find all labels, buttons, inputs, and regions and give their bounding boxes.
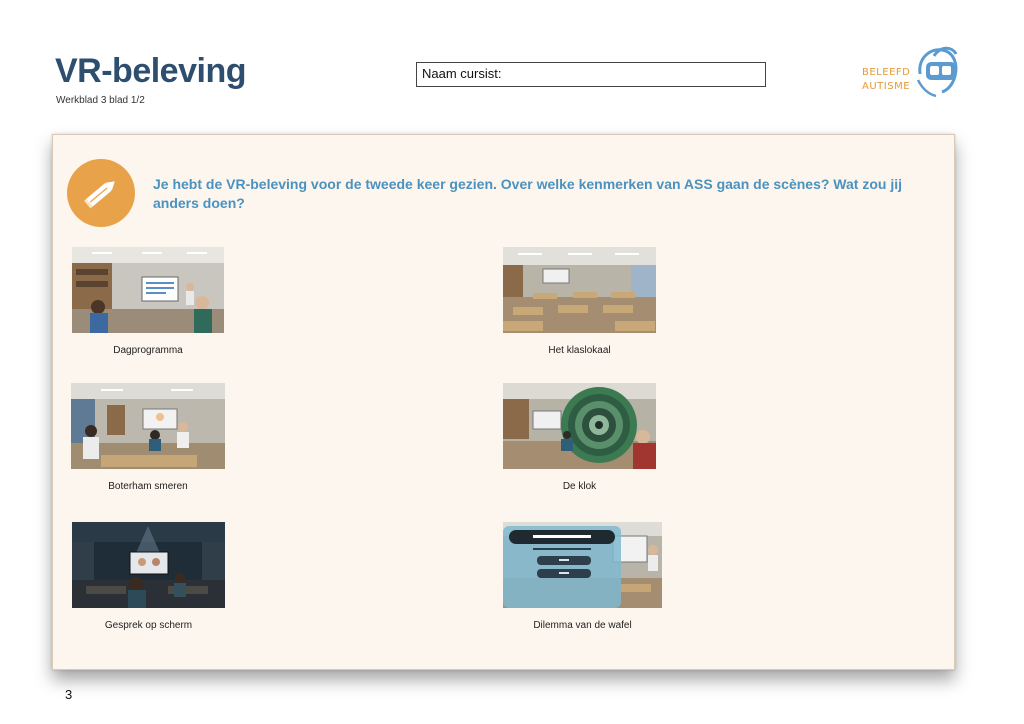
scene-caption: Dagprogramma [113, 345, 183, 356]
scene-caption: De klok [562, 481, 597, 492]
logo-line-2: AUTISME [862, 81, 911, 92]
scene-thumbnail [503, 522, 662, 608]
page-title: VR-beleving [55, 52, 246, 90]
logo-text: BELEEFD AUTISME [862, 66, 910, 94]
vr-headset-head-icon [916, 46, 958, 98]
scene-de-klok: De klok [503, 383, 656, 492]
scene-dagprogramma: Dagprogramma [72, 247, 224, 356]
scene-thumbnail [503, 383, 656, 469]
scene-thumbnail [72, 247, 224, 333]
assignment-question: Je hebt de VR-beleving voor de tweede ke… [153, 176, 902, 211]
page-number: 3 [65, 687, 73, 702]
scene-thumbnail [503, 247, 656, 333]
pencil-badge [67, 159, 135, 227]
scene-thumbnail [72, 522, 225, 608]
scene-thumbnail [71, 383, 225, 469]
scene-boterham-smeren: Boterham smeren [71, 383, 225, 492]
scene-het-klaslokaal: Het klaslokaal [503, 247, 656, 356]
scene-caption: Dilemma van de wafel [533, 620, 632, 631]
scene-caption: Boterham smeren [108, 481, 188, 492]
scene-caption: Het klaslokaal [548, 345, 611, 356]
scene-dilemma-van-de-wafel: Dilemma van de wafel [503, 522, 662, 631]
assignment-panel: Je hebt de VR-beleving voor de tweede ke… [52, 134, 955, 670]
student-name-field[interactable]: Naam cursist: [416, 62, 766, 87]
pencil-icon [83, 181, 115, 209]
worksheet-subtitle: Werkblad 3 blad 1/2 [56, 95, 145, 106]
logo-line-1: BELEEFD [862, 67, 911, 78]
scene-gesprek-op-scherm: Gesprek op scherm [72, 522, 225, 631]
scene-caption: Gesprek op scherm [104, 620, 193, 631]
